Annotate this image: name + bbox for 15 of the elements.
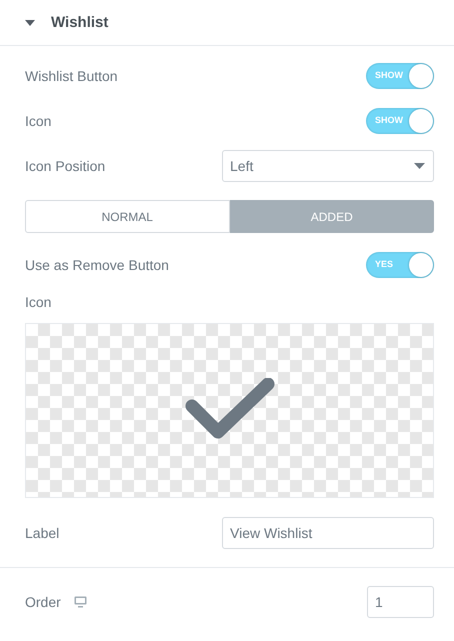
control-label: Wishlist Button	[25, 68, 118, 84]
control-label: Icon Position	[25, 158, 106, 174]
caret-icon[interactable]	[25, 20, 35, 26]
control-label: Order	[25, 594, 61, 610]
dropdown-caret-icon	[414, 163, 425, 169]
tab[interactable]: NORMAL	[25, 200, 230, 233]
text-field[interactable]: View Wishlist	[222, 517, 434, 549]
control-label: Label	[25, 525, 60, 541]
select-field[interactable]: Left	[222, 150, 434, 182]
control-label: Icon	[25, 113, 52, 129]
icon-preview[interactable]	[25, 323, 434, 498]
section-title: Wishlist	[51, 14, 108, 31]
number-field[interactable]: 1	[367, 586, 434, 618]
control-label: Icon	[25, 294, 52, 310]
control-label: Use as Remove Button	[25, 257, 169, 273]
